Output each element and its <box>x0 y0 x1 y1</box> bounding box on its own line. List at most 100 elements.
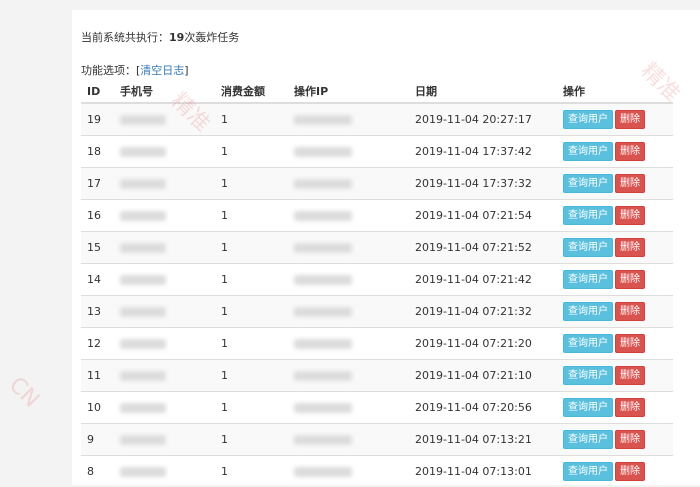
phone-redacted <box>114 264 215 296</box>
delete-button[interactable]: 删除 <box>615 334 645 353</box>
redaction-blur <box>294 179 352 189</box>
redaction-blur <box>120 307 166 317</box>
delete-button[interactable]: 删除 <box>615 462 645 481</box>
redaction-blur <box>294 339 352 349</box>
row-date: 2019-11-04 07:21:42 <box>409 264 557 296</box>
row-amount: 1 <box>215 232 288 264</box>
delete-button[interactable]: 删除 <box>615 238 645 257</box>
delete-button[interactable]: 删除 <box>615 110 645 129</box>
query-user-button[interactable]: 查询用户 <box>563 462 613 481</box>
phone-redacted <box>114 360 215 392</box>
row-amount: 1 <box>215 456 288 487</box>
redaction-blur <box>120 371 166 381</box>
row-date: 2019-11-04 20:27:17 <box>409 103 557 136</box>
ip-redacted <box>288 424 409 456</box>
header-actions: 操作 <box>557 80 673 103</box>
row-actions: 查询用户删除 <box>557 360 673 392</box>
delete-button[interactable]: 删除 <box>615 174 645 193</box>
query-user-button[interactable]: 查询用户 <box>563 302 613 321</box>
header-ip: 操作IP <box>288 80 409 103</box>
row-actions: 查询用户删除 <box>557 264 673 296</box>
query-user-button[interactable]: 查询用户 <box>563 174 613 193</box>
delete-button[interactable]: 删除 <box>615 430 645 449</box>
header-id: ID <box>81 80 114 103</box>
ip-redacted <box>288 360 409 392</box>
row-date: 2019-11-04 07:13:21 <box>409 424 557 456</box>
log-table: ID 手机号 消费金额 操作IP 日期 操作 1 9 1 2019-11-04 20:… <box>81 80 673 487</box>
delete-button[interactable]: 删除 <box>615 366 645 385</box>
table-row: 812019-11-04 07:13:01查询用户删除 <box>81 456 673 487</box>
redaction-blur <box>294 371 352 381</box>
query-user-button[interactable]: 查询用户 <box>563 334 613 353</box>
task-count: 19 <box>169 31 184 44</box>
table-row: 1712019-11-04 17:37:32查询用户删除 <box>81 168 673 200</box>
header-date: 日期 <box>409 80 557 103</box>
query-user-button[interactable]: 查询用户 <box>563 206 613 225</box>
query-user-button[interactable]: 查询用户 <box>563 238 613 257</box>
row-id: 12 <box>81 328 114 360</box>
query-user-button[interactable]: 查询用户 <box>563 430 613 449</box>
redaction-blur <box>294 115 352 125</box>
row-id: 9 <box>81 424 114 456</box>
table-row: 1512019-11-04 07:21:52查询用户删除 <box>81 232 673 264</box>
redaction-blur <box>120 115 166 125</box>
phone-redacted <box>114 328 215 360</box>
watermark: CN <box>4 372 44 412</box>
phone-redacted <box>114 168 215 200</box>
row-id: 11 <box>81 360 114 392</box>
redaction-blur <box>120 147 166 157</box>
row-amount: 1 <box>215 392 288 424</box>
delete-button[interactable]: 删除 <box>615 302 645 321</box>
table-row: 1612019-11-04 07:21:54查询用户删除 <box>81 200 673 232</box>
row-date: 2019-11-04 07:21:10 <box>409 360 557 392</box>
redaction-blur <box>294 403 352 413</box>
delete-button[interactable]: 删除 <box>615 142 645 161</box>
header-phone: 手机号 <box>114 80 215 103</box>
redaction-blur <box>294 211 352 221</box>
redaction-blur <box>294 467 352 477</box>
row-date: 2019-11-04 07:13:01 <box>409 456 557 487</box>
redaction-blur <box>120 211 166 221</box>
phone-redacted <box>114 424 215 456</box>
ip-redacted <box>288 456 409 487</box>
row-amount: 1 <box>215 103 288 136</box>
ip-redacted <box>288 328 409 360</box>
redaction-blur <box>294 147 352 157</box>
delete-button[interactable]: 删除 <box>615 206 645 225</box>
phone-redacted <box>114 392 215 424</box>
delete-button[interactable]: 删除 <box>615 398 645 417</box>
query-user-button[interactable]: 查询用户 <box>563 110 613 129</box>
query-user-button[interactable]: 查询用户 <box>563 398 613 417</box>
ip-redacted <box>288 232 409 264</box>
row-date: 2019-11-04 07:21:20 <box>409 328 557 360</box>
redaction-blur <box>120 339 166 349</box>
row-actions: 查询用户删除 <box>557 136 673 168</box>
row-date: 2019-11-04 07:20:56 <box>409 392 557 424</box>
redaction-blur <box>294 243 352 253</box>
row-actions: 查询用户删除 <box>557 232 673 264</box>
row-amount: 1 <box>215 328 288 360</box>
query-user-button[interactable]: 查询用户 <box>563 142 613 161</box>
ip-redacted <box>288 392 409 424</box>
delete-button[interactable]: 删除 <box>615 270 645 289</box>
row-actions: 查询用户删除 <box>557 392 673 424</box>
ip-redacted <box>288 168 409 200</box>
table-row: 1312019-11-04 07:21:32查询用户删除 <box>81 296 673 328</box>
row-id: 15 <box>81 232 114 264</box>
summary-prefix: 当前系统共执行： <box>81 31 169 44</box>
table-row: 1812019-11-04 17:37:42查询用户删除 <box>81 136 673 168</box>
ip-redacted <box>288 200 409 232</box>
row-amount: 1 <box>215 200 288 232</box>
redaction-blur <box>120 467 166 477</box>
table-row: 1012019-11-04 07:20:56查询用户删除 <box>81 392 673 424</box>
redaction-blur <box>120 243 166 253</box>
redaction-blur <box>120 179 166 189</box>
query-user-button[interactable]: 查询用户 <box>563 366 613 385</box>
table-row: 912019-11-04 07:13:21查询用户删除 <box>81 424 673 456</box>
phone-redacted <box>114 456 215 487</box>
query-user-button[interactable]: 查询用户 <box>563 270 613 289</box>
table-header-row: ID 手机号 消费金额 操作IP 日期 操作 <box>81 80 673 103</box>
row-actions: 查询用户删除 <box>557 328 673 360</box>
row-amount: 1 <box>215 296 288 328</box>
clear-log-link[interactable]: 清空日志 <box>140 64 184 77</box>
